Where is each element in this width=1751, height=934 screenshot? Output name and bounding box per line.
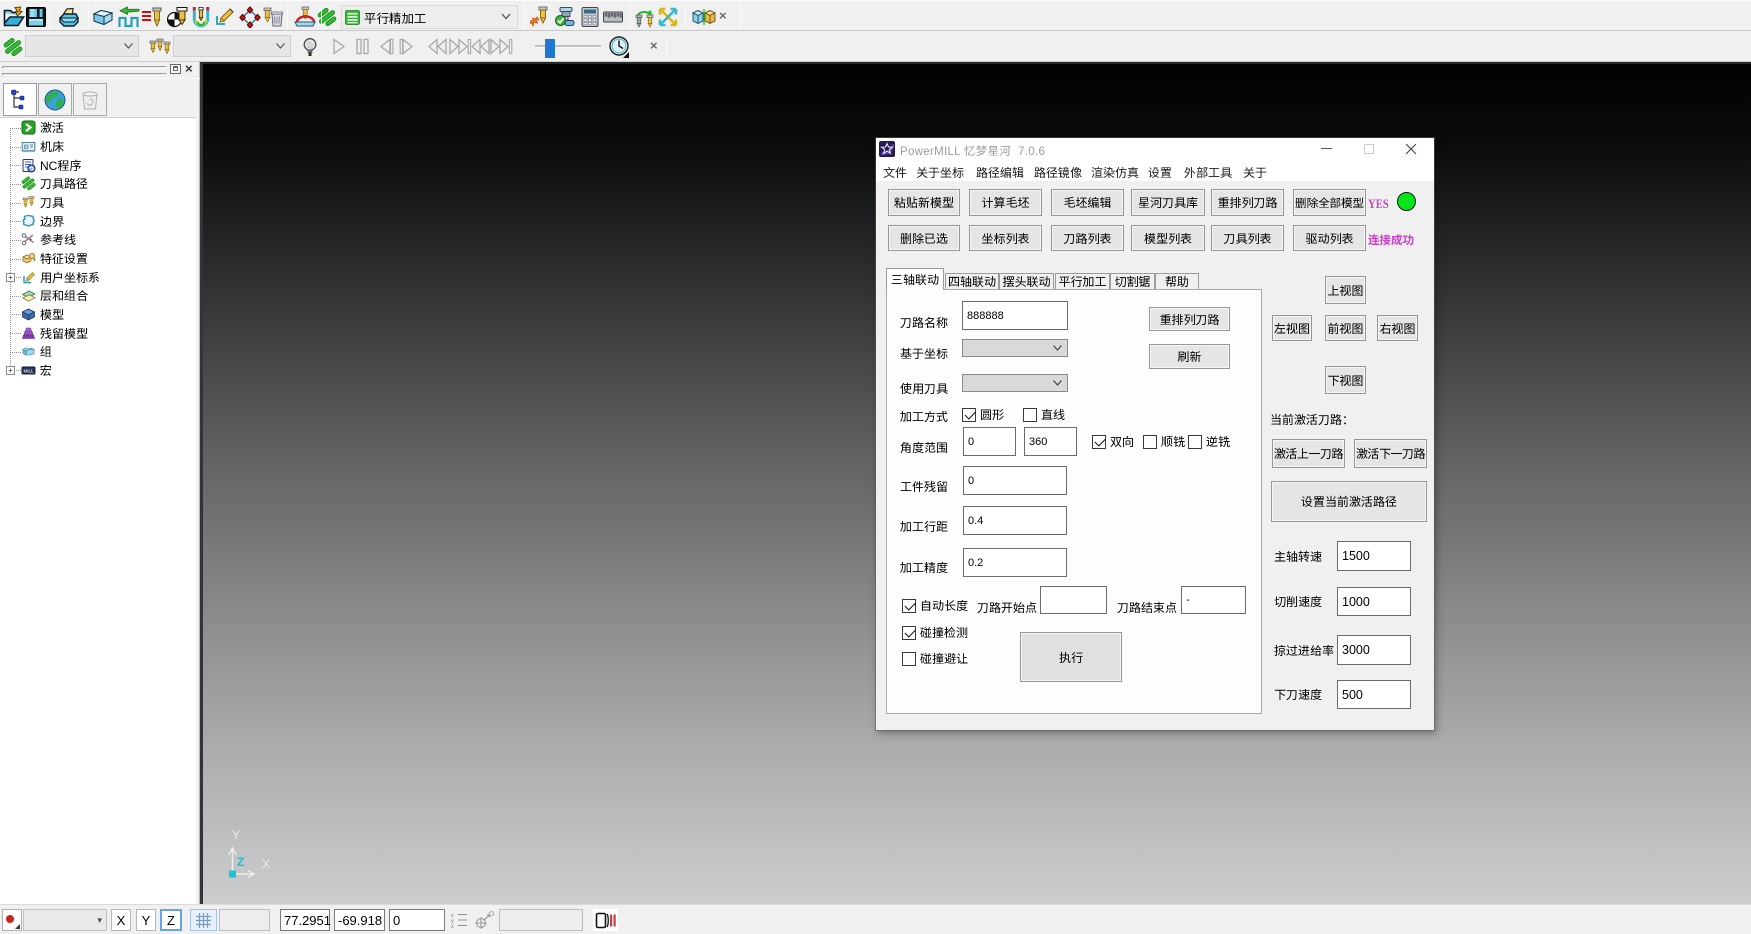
svg-text:z: z (451, 924, 454, 928)
svg-text:Y: Y (232, 828, 240, 842)
svg-text:MILL: MILL (23, 369, 34, 374)
svg-text:Z: Z (237, 855, 244, 869)
svg-text:X: X (262, 857, 270, 871)
